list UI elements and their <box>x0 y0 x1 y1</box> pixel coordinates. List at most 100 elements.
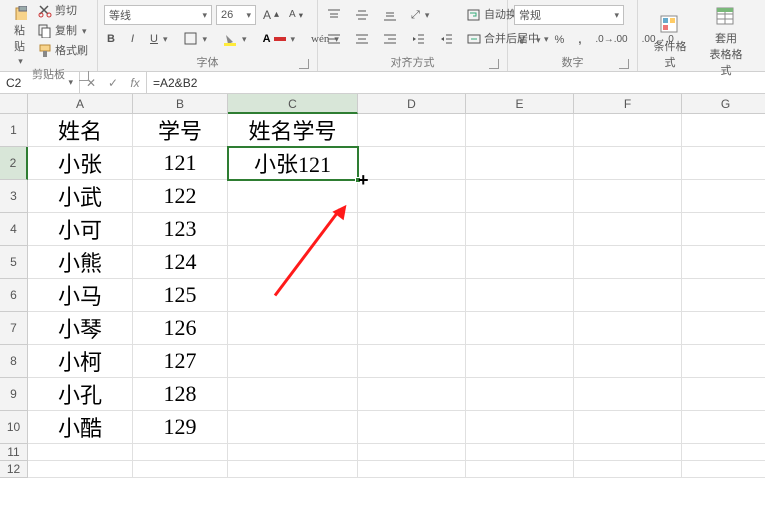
format-painter-button[interactable]: 格式刷 <box>35 42 91 60</box>
cell[interactable] <box>228 213 358 246</box>
font-name-select[interactable]: 等线▾ <box>104 5 212 25</box>
cell[interactable] <box>682 444 765 461</box>
dialog-launcher-icon[interactable] <box>619 59 629 69</box>
cell[interactable] <box>574 345 682 378</box>
cell[interactable] <box>358 461 466 478</box>
cell[interactable]: 127 <box>133 345 228 378</box>
cell[interactable]: 小张121 <box>228 147 358 180</box>
cell[interactable] <box>466 378 574 411</box>
cell[interactable] <box>228 461 358 478</box>
cell[interactable] <box>358 411 466 444</box>
cell[interactable]: 学号 <box>133 114 228 147</box>
cell[interactable] <box>574 378 682 411</box>
align-middle-button[interactable] <box>352 6 372 24</box>
cell[interactable] <box>466 279 574 312</box>
accounting-format-button[interactable]: ¥▾ <box>514 31 544 49</box>
cell[interactable] <box>28 444 133 461</box>
row-header-6[interactable]: 6 <box>0 279 28 312</box>
cell[interactable]: 123 <box>133 213 228 246</box>
cell[interactable]: 小琴 <box>28 312 133 345</box>
border-button[interactable]: ▾ <box>181 30 211 48</box>
cell[interactable] <box>228 345 358 378</box>
cell[interactable]: 小孔 <box>28 378 133 411</box>
cell[interactable] <box>358 180 466 213</box>
font-size-select[interactable]: 26▾ <box>216 5 256 25</box>
cell[interactable] <box>358 444 466 461</box>
cell[interactable] <box>466 180 574 213</box>
row-header-10[interactable]: 10 <box>0 411 28 444</box>
column-header-F[interactable]: F <box>574 94 682 114</box>
paste-button[interactable]: 粘贴 ▾ <box>6 2 33 67</box>
accept-formula-button[interactable]: ✓ <box>102 72 124 94</box>
cell[interactable] <box>574 461 682 478</box>
decrease-indent-button[interactable] <box>408 30 428 48</box>
cell[interactable]: 姓名学号 <box>228 114 358 147</box>
cell[interactable] <box>228 378 358 411</box>
row-header-3[interactable]: 3 <box>0 180 28 213</box>
cell[interactable]: 小柯 <box>28 345 133 378</box>
row-header-9[interactable]: 9 <box>0 378 28 411</box>
cell[interactable]: 121 <box>133 147 228 180</box>
italic-button[interactable]: I <box>128 30 137 48</box>
column-header-E[interactable]: E <box>466 94 574 114</box>
cell[interactable] <box>574 180 682 213</box>
cell[interactable] <box>682 246 765 279</box>
cell[interactable] <box>466 213 574 246</box>
cell[interactable]: 小可 <box>28 213 133 246</box>
row-header-2[interactable]: 2 <box>0 147 28 180</box>
cell[interactable] <box>682 345 765 378</box>
cell[interactable] <box>358 279 466 312</box>
cell[interactable]: 126 <box>133 312 228 345</box>
column-headers[interactable]: ABCDEFG <box>28 94 765 114</box>
cell[interactable] <box>574 147 682 180</box>
font-color-button[interactable]: A ▾ <box>260 30 298 48</box>
dialog-launcher-icon[interactable] <box>489 59 499 69</box>
cut-button[interactable]: 剪切 <box>35 2 91 20</box>
align-right-button[interactable] <box>380 30 400 48</box>
cell[interactable] <box>358 378 466 411</box>
align-center-button[interactable] <box>352 30 372 48</box>
cell[interactable] <box>682 312 765 345</box>
align-top-button[interactable] <box>324 6 344 24</box>
column-header-G[interactable]: G <box>682 94 765 114</box>
column-header-B[interactable]: B <box>133 94 228 114</box>
row-header-7[interactable]: 7 <box>0 312 28 345</box>
cell[interactable]: 125 <box>133 279 228 312</box>
cell[interactable]: 小熊 <box>28 246 133 279</box>
fill-color-button[interactable]: ▾ <box>220 30 250 48</box>
row-header-4[interactable]: 4 <box>0 213 28 246</box>
cell[interactable] <box>466 444 574 461</box>
cell[interactable]: 122 <box>133 180 228 213</box>
cell[interactable] <box>358 345 466 378</box>
cell[interactable]: 姓名 <box>28 114 133 147</box>
select-all-corner[interactable] <box>0 94 28 114</box>
cell[interactable] <box>466 147 574 180</box>
comma-button[interactable]: , <box>575 31 584 49</box>
increase-font-button[interactable]: A▴ <box>260 6 282 24</box>
copy-button[interactable]: 复制▾ <box>35 22 91 40</box>
cells-area[interactable]: 姓名学号姓名学号小张121小张121小武122小可123小熊124小马125小琴… <box>28 114 765 478</box>
cell[interactable] <box>682 213 765 246</box>
fx-button[interactable]: fx <box>124 72 146 94</box>
increase-indent-button[interactable] <box>436 30 456 48</box>
cell[interactable]: 小武 <box>28 180 133 213</box>
align-left-button[interactable] <box>324 30 344 48</box>
cell[interactable] <box>358 246 466 279</box>
cell[interactable] <box>358 147 466 180</box>
cell[interactable] <box>466 312 574 345</box>
cell[interactable] <box>358 114 466 147</box>
cell[interactable] <box>228 444 358 461</box>
dialog-launcher-icon[interactable] <box>79 71 89 81</box>
cell[interactable] <box>682 279 765 312</box>
bold-button[interactable]: B <box>104 30 118 48</box>
cell[interactable] <box>574 213 682 246</box>
cell[interactable] <box>682 180 765 213</box>
cell[interactable]: 小马 <box>28 279 133 312</box>
row-header-8[interactable]: 8 <box>0 345 28 378</box>
cell[interactable] <box>466 114 574 147</box>
cell[interactable] <box>574 114 682 147</box>
cell[interactable] <box>358 312 466 345</box>
cell[interactable] <box>574 279 682 312</box>
table-format-button[interactable]: 套用 表格格式 <box>700 2 752 78</box>
orientation-button[interactable]: ⤢▾ <box>408 6 432 24</box>
